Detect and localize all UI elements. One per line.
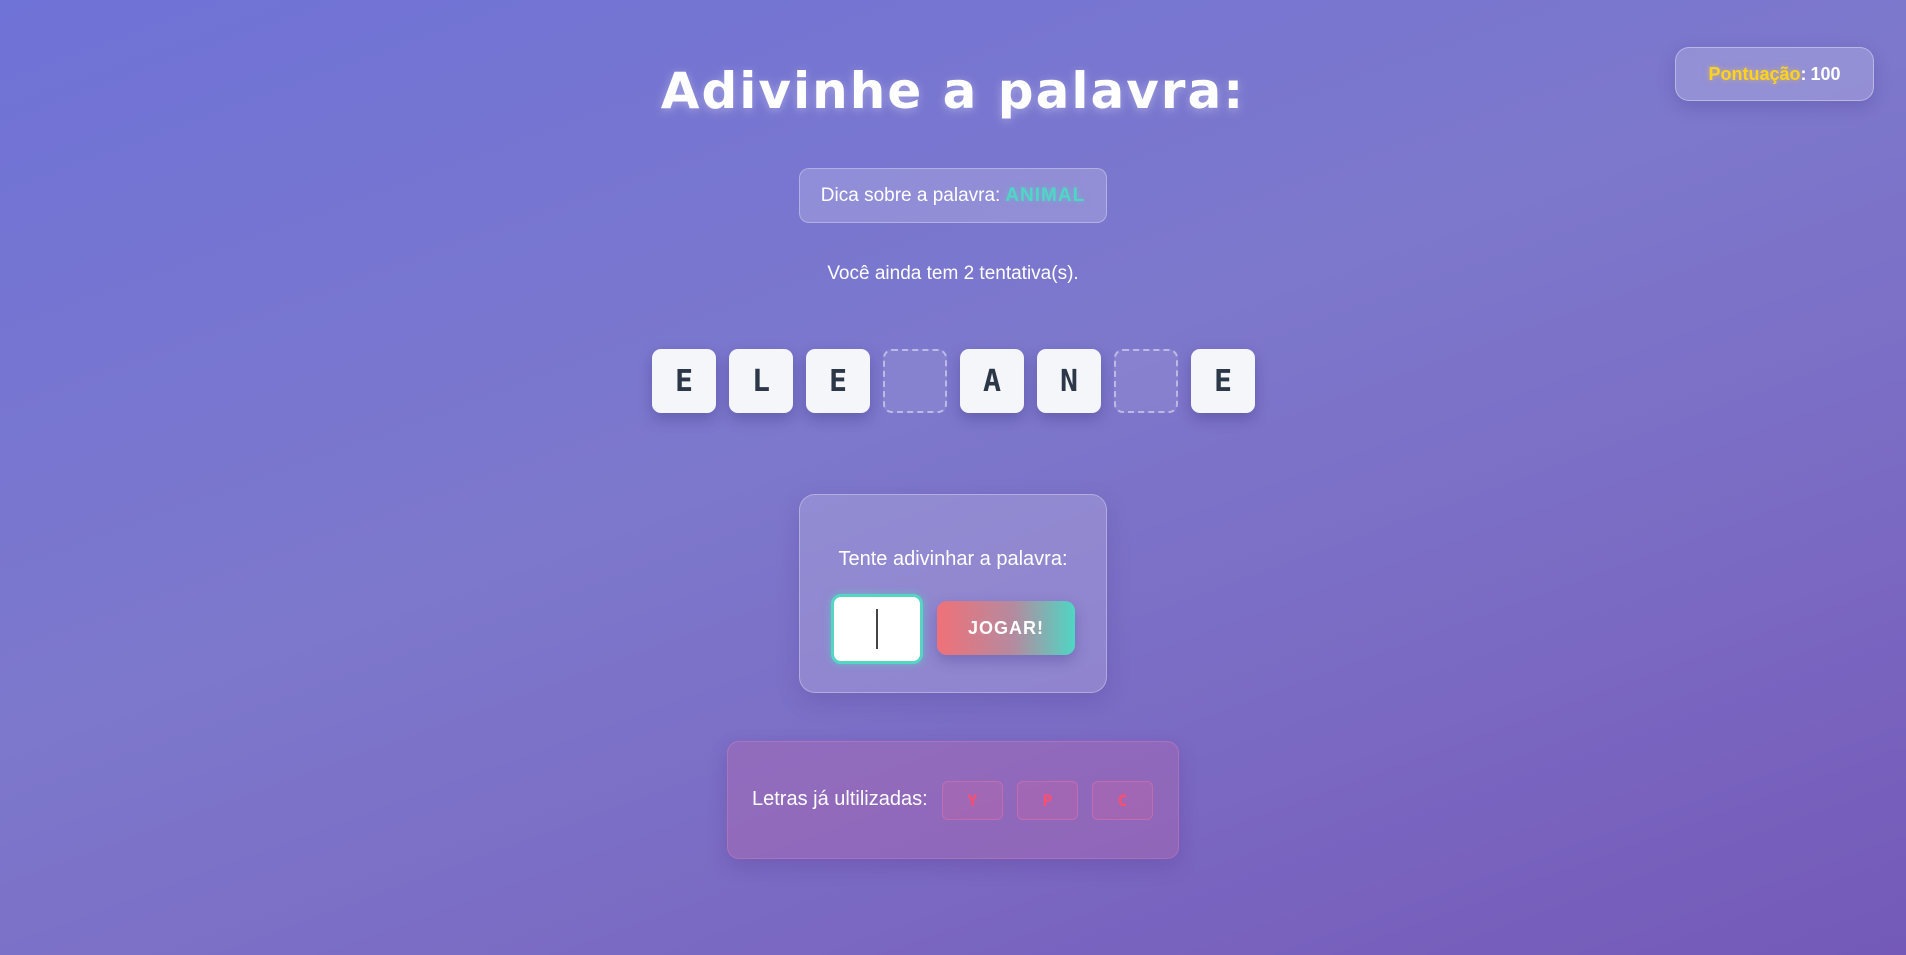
attempts-remaining: Você ainda tem 2 tentativa(s).	[827, 263, 1079, 284]
letter-tile: E	[1191, 349, 1255, 413]
guess-label: Tente adivinhar a palavra:	[838, 548, 1068, 570]
empty-letter-tile	[883, 349, 947, 413]
letter-tile: L	[729, 349, 793, 413]
guess-letter-input[interactable]	[831, 594, 923, 664]
hint-label: Dica sobre a palavra:	[820, 184, 1001, 206]
word-tiles: E L E A N E	[652, 349, 1255, 413]
used-letter: Y	[942, 781, 1003, 820]
used-letter: C	[1092, 781, 1153, 820]
play-button[interactable]: JOGAR!	[937, 601, 1075, 655]
page-title: Adivinhe a palavra:	[660, 62, 1246, 120]
hint-box: Dica sobre a palavra: ANIMAL	[799, 168, 1107, 223]
letter-tile: E	[806, 349, 870, 413]
letter-tile: A	[960, 349, 1024, 413]
used-letter: P	[1017, 781, 1078, 820]
letter-tile: E	[652, 349, 716, 413]
hint-value: ANIMAL	[1005, 184, 1086, 206]
guess-panel: Tente adivinhar a palavra: JOGAR!	[799, 494, 1107, 693]
empty-letter-tile	[1114, 349, 1178, 413]
letter-tile: N	[1037, 349, 1101, 413]
used-letters-list: Y P C	[942, 781, 1153, 820]
used-letters-label: Letras já ultilizadas:	[752, 788, 928, 810]
used-letters-panel: Letras já ultilizadas: Y P C	[727, 741, 1179, 859]
